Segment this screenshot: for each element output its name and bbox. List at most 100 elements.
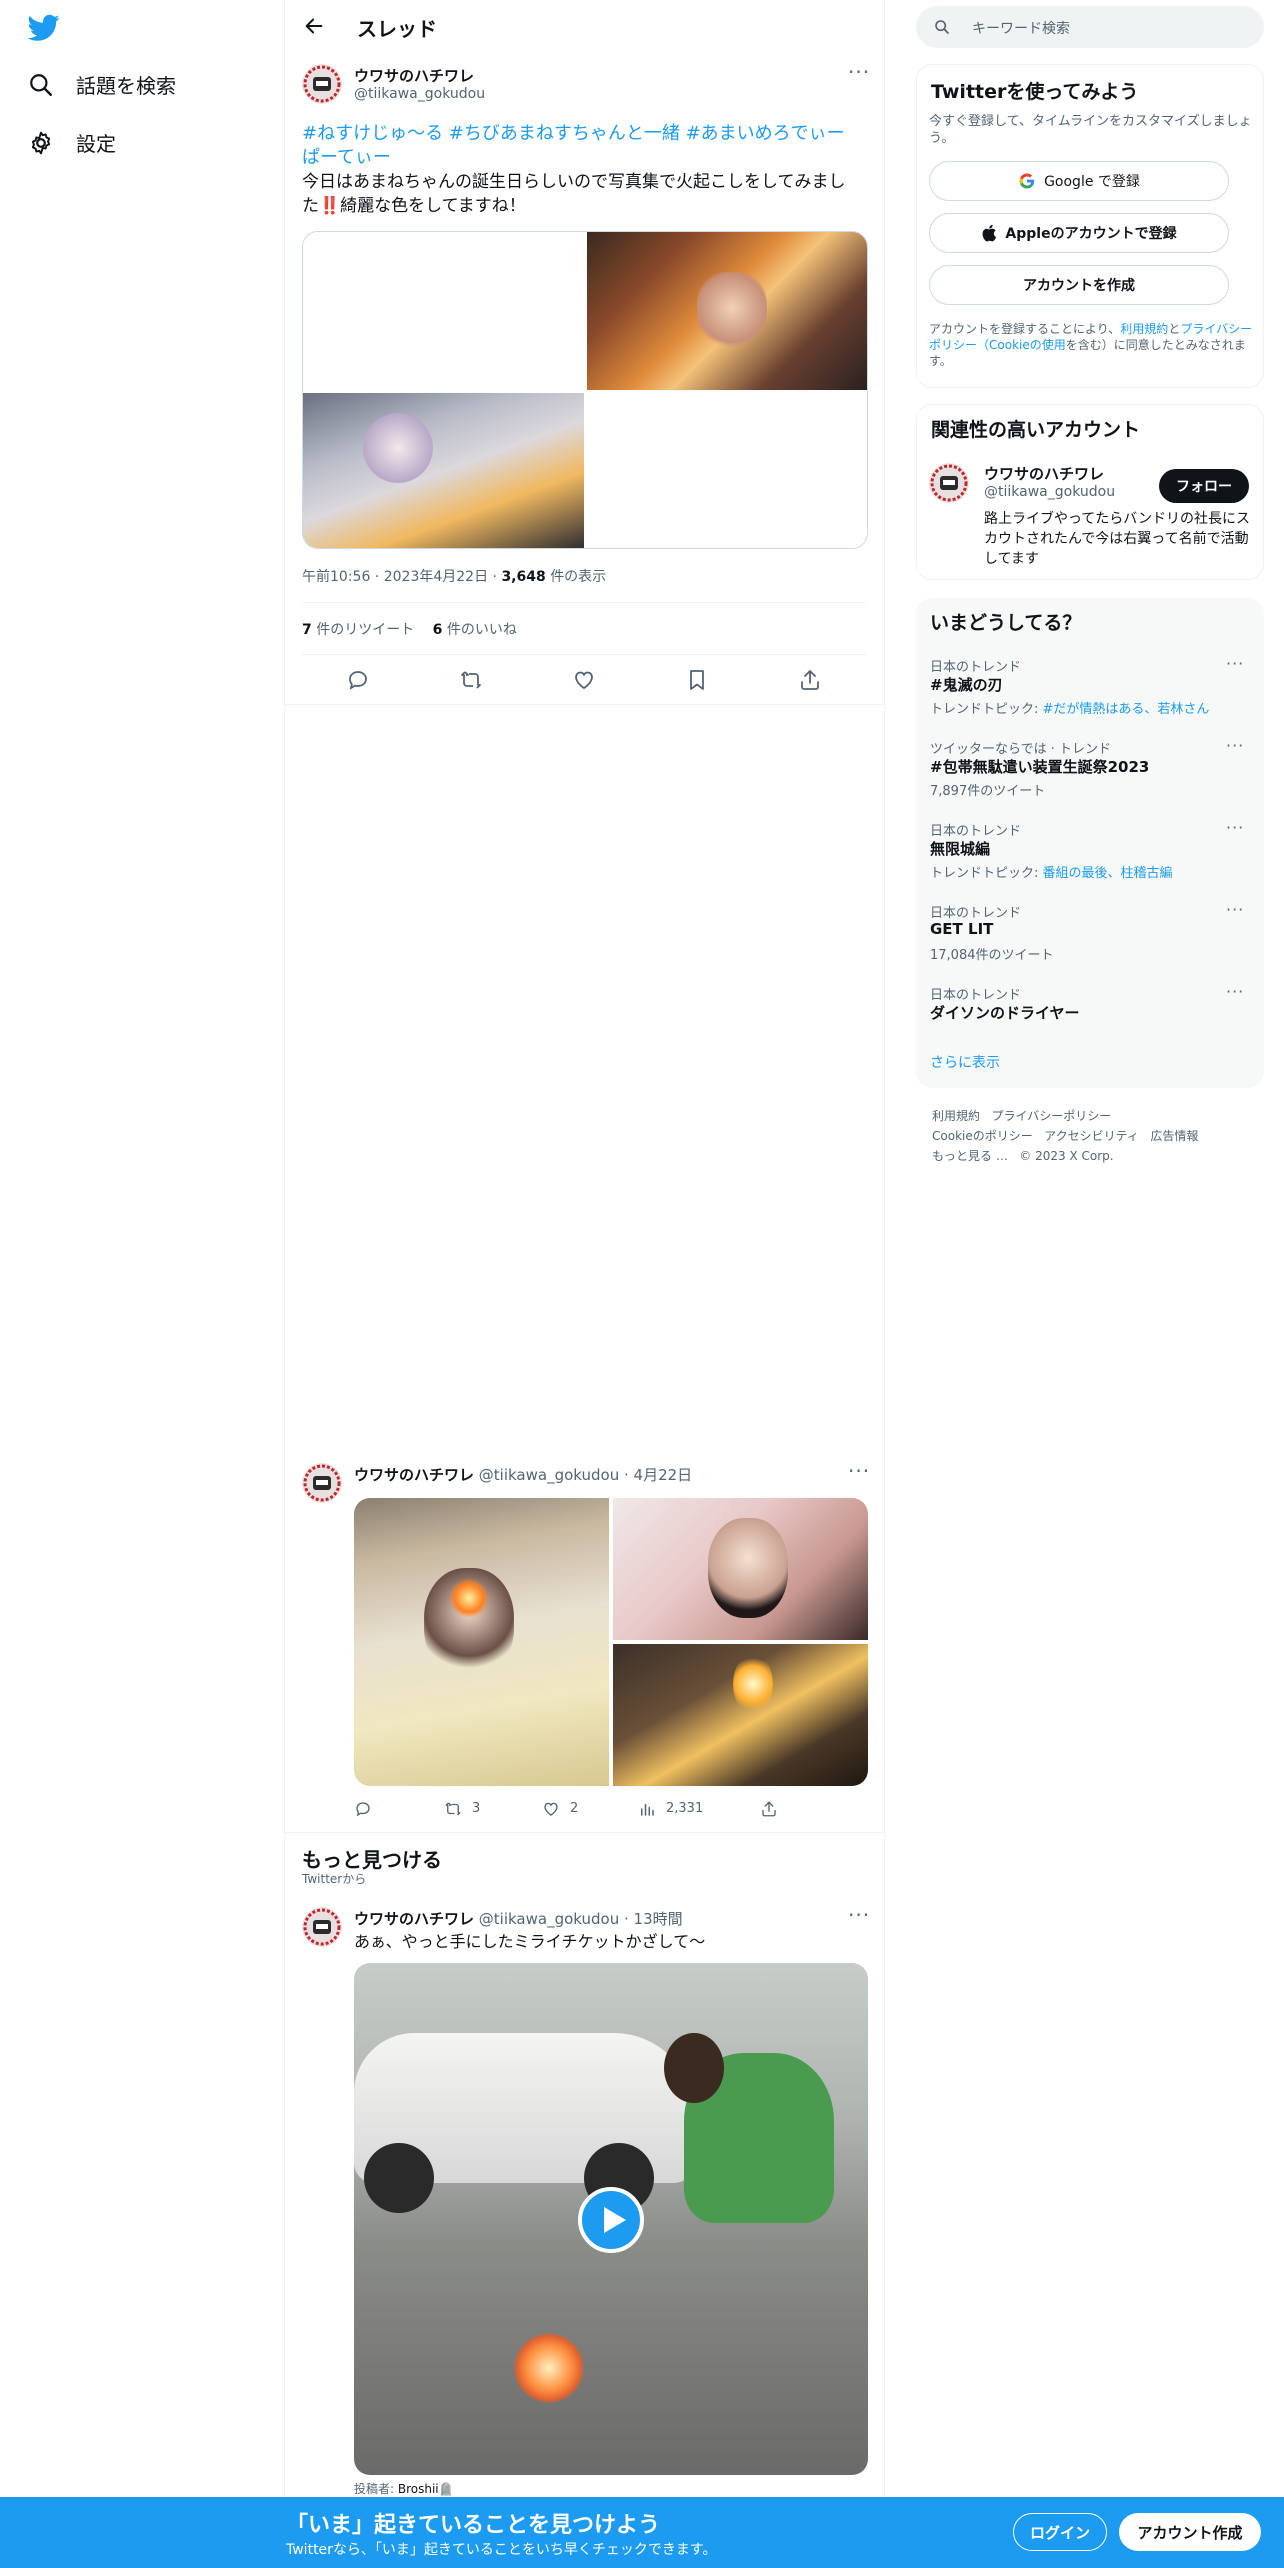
apple-signup-button[interactable]: Appleのアカウントで登録 [929, 213, 1229, 253]
trend-more-icon[interactable]: ··· [1226, 900, 1244, 919]
trend-item[interactable]: 日本のトレンド ··· ダイソンのドライヤー [916, 982, 1264, 1034]
footer-link[interactable]: プライバシーポリシー [991, 1109, 1111, 1123]
tweet-time[interactable]: 午前10:56 [302, 569, 370, 585]
views-count: 3,648 [501, 569, 546, 585]
footer-link[interactable]: 広告情報 [1150, 1129, 1198, 1143]
nav-explore[interactable]: 話題を検索 [28, 70, 176, 99]
search-icon [30, 73, 52, 96]
trend-item[interactable]: ツイッターならでは · トレンド ··· #包帯無駄遣い装置生誕祭2023 7,… [916, 736, 1264, 810]
tweet-date[interactable]: 2023年4月22日 [384, 569, 488, 585]
signup-button[interactable]: アカウント作成 [1119, 2513, 1261, 2551]
trend-more-icon[interactable]: ··· [1226, 982, 1244, 1001]
terms-link[interactable]: 利用規約 [1120, 322, 1168, 336]
trend-sub: トレンドトピック: 番組の最後、柱稽古編 [930, 866, 1173, 881]
left-nav: 話題を検索 設定 [0, 0, 284, 2568]
tweet-photo[interactable] [303, 393, 584, 548]
divider [302, 602, 866, 603]
related-name[interactable]: ウワサのハチワレ [984, 463, 1104, 484]
posted-by-name[interactable]: Broshii🪦 [398, 2482, 454, 2496]
retweet-icon[interactable] [459, 668, 483, 692]
follow-label: フォロー [1176, 479, 1232, 495]
search-placeholder: キーワード検索 [972, 21, 1070, 37]
author-name[interactable]: ウワサのハチワレ [354, 1466, 474, 1484]
google-icon [1019, 173, 1035, 189]
trend-name: 無限城編 [930, 840, 991, 858]
related-title: 関連性の高いアカウント [931, 419, 1141, 441]
search-input[interactable]: キーワード検索 [916, 6, 1264, 48]
back-arrow-icon[interactable] [303, 15, 325, 37]
bottom-bar-headline: 「いま」起きていることを見つけよう [286, 2513, 661, 2538]
trend-sub: 17,084件のツイート [930, 948, 1054, 963]
avatar[interactable] [302, 1907, 342, 1947]
retweet-icon[interactable] [444, 1800, 462, 1818]
tweet-hashtags[interactable]: #ねすけじゅ〜る #ちびあまねすちゃんと一緒 #あまいめろでぃーぱーてぃー [302, 122, 862, 170]
tweet-photo[interactable] [587, 232, 867, 390]
copyright: © 2023 X Corp. [1019, 1149, 1114, 1163]
footer-link[interactable]: Cookieのポリシー [932, 1129, 1033, 1143]
likes-stat[interactable]: 6 件のいいね [433, 622, 517, 638]
google-signup-label: Google で登録 [1044, 174, 1140, 190]
trend-item[interactable]: 日本のトレンド ··· #鬼滅の刃 トレンドトピック: #だが情熱はある、若林さ… [916, 654, 1264, 728]
trend-item[interactable]: 日本のトレンド ··· 無限城編 トレンドトピック: 番組の最後、柱稽古編 [916, 818, 1264, 892]
related-handle[interactable]: @tiikawa_gokudou [984, 484, 1115, 500]
tweet-date[interactable]: · 4月22日 [624, 1466, 692, 1484]
login-button[interactable]: ログイン [1013, 2513, 1107, 2551]
tweet-photo[interactable] [613, 1644, 868, 1786]
show-more-link[interactable]: さらに表示 [930, 1052, 1000, 1072]
reply-icon[interactable] [354, 1800, 372, 1818]
views-label: 件の表示 [550, 569, 607, 585]
bookmark-icon[interactable] [685, 668, 709, 692]
play-button[interactable] [578, 2187, 644, 2253]
tweet-video[interactable] [354, 1963, 868, 2475]
trend-more-icon[interactable]: ··· [1226, 736, 1244, 755]
follow-button[interactable]: フォロー [1159, 469, 1249, 503]
more-options-icon[interactable]: ··· [848, 60, 870, 84]
author-name[interactable]: ウワサのハチワレ [354, 65, 474, 86]
share-icon[interactable] [798, 668, 822, 692]
retweets-stat[interactable]: 7 件のリツイート [302, 622, 414, 638]
footer-link[interactable]: アクセシビリティ [1044, 1129, 1139, 1143]
discover-subtitle: Twitterから [302, 1872, 367, 1886]
search-icon [935, 20, 949, 34]
share-icon[interactable] [760, 1800, 778, 1818]
gear-icon [31, 131, 51, 154]
views-count: 2,331 [666, 1801, 704, 1816]
play-icon [604, 2207, 626, 2233]
trend-item[interactable]: 日本のトレンド ··· GET LIT 17,084件のツイート [916, 900, 1264, 974]
footer-more-link[interactable]: もっと見る … [932, 1149, 1008, 1163]
trend-name: #鬼滅の刃 [930, 676, 1003, 694]
like-icon[interactable] [572, 668, 596, 692]
trend-more-icon[interactable]: ··· [1226, 818, 1244, 837]
author-handle[interactable]: @tiikawa_gokudou [479, 1466, 619, 1484]
posted-by: 投稿者: Broshii🪦 [354, 2482, 454, 2496]
avatar[interactable] [302, 1463, 342, 1503]
related-bio: 路上ライブやってたらバンドリの社長にスカウトされたんで今は右翼って名前で活動して… [984, 511, 1250, 567]
tweet-photo[interactable] [587, 393, 867, 548]
trend-name: GET LIT [930, 920, 994, 938]
more-options-icon[interactable]: ··· [848, 1459, 870, 1483]
google-signup-button[interactable]: Google で登録 [929, 161, 1229, 201]
tweet-time[interactable]: · 13時間 [624, 1910, 683, 1928]
tweet-photo[interactable] [354, 1498, 609, 1786]
trend-sub: トレンドトピック: #だが情熱はある、若林さん [930, 702, 1210, 717]
views-icon[interactable] [638, 1800, 656, 1818]
trend-name: ダイソンのドライヤー [930, 1004, 1080, 1022]
more-options-icon[interactable]: ··· [848, 1903, 870, 1927]
footer-link[interactable]: 利用規約 [932, 1109, 980, 1123]
tweet-photo[interactable] [303, 232, 584, 390]
tweet-text: あぁ、やっと手にしたミライチケットかざして〜 [354, 1932, 706, 1951]
reply-icon[interactable] [346, 668, 370, 692]
tweet-text: 今日はあまねちゃんの誕生日らしいので写真集で火起こしをしてみました‼️綺麗な色を… [302, 172, 846, 216]
author-name[interactable]: ウワサのハチワレ [354, 1910, 474, 1928]
avatar[interactable] [929, 463, 969, 503]
create-account-button[interactable]: アカウントを作成 [929, 265, 1229, 305]
author-handle[interactable]: @tiikawa_gokudou [479, 1910, 619, 1928]
trend-more-icon[interactable]: ··· [1226, 654, 1244, 673]
tweet-photo[interactable] [613, 1498, 868, 1640]
divider [285, 1832, 884, 1833]
nav-settings[interactable]: 設定 [28, 128, 116, 157]
like-icon[interactable] [542, 1800, 560, 1818]
author-handle[interactable]: @tiikawa_gokudou [354, 86, 485, 102]
twitter-logo-icon[interactable] [28, 14, 60, 42]
avatar[interactable] [302, 64, 342, 104]
